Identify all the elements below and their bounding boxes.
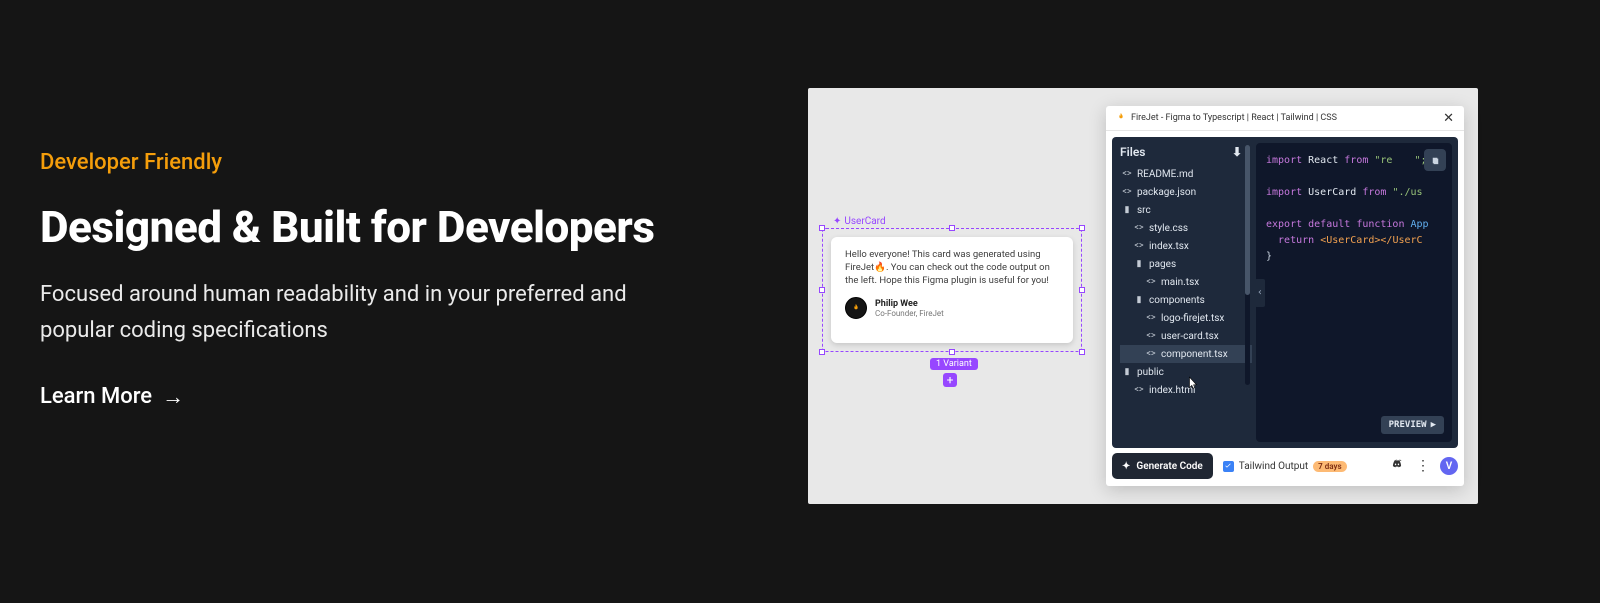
code-icon: <> — [1146, 313, 1156, 323]
copy-code-button[interactable] — [1424, 149, 1446, 171]
resize-handle[interactable] — [819, 225, 825, 231]
scrollbar-track[interactable] — [1245, 145, 1250, 385]
learn-more-label: Learn More — [40, 384, 152, 409]
author-role: Co-Founder, FireJet — [875, 309, 944, 318]
variant-badge[interactable]: 1 Variant — [930, 358, 978, 370]
learn-more-link[interactable]: Learn More → — [40, 384, 184, 410]
play-icon: ▶ — [1431, 420, 1436, 430]
plugin-panel: FireJet - Figma to Typescript | React | … — [1106, 106, 1464, 486]
close-icon[interactable]: ✕ — [1443, 112, 1454, 125]
files-column: Files ⬇ <>README.md <>package.json ▮src … — [1112, 137, 1252, 448]
tailwind-output-checkbox[interactable]: Tailwind Output 7 days — [1223, 461, 1347, 472]
frame-label-text: UserCard — [844, 216, 885, 227]
sparkle-icon: ✦ — [1122, 461, 1130, 472]
scrollbar-thumb[interactable] — [1245, 145, 1250, 295]
resize-handle[interactable] — [949, 349, 955, 355]
trial-badge: 7 days — [1313, 461, 1346, 472]
files-heading: Files — [1120, 145, 1145, 159]
eyebrow-text: Developer Friendly — [40, 150, 740, 175]
folder-row[interactable]: ▮pages — [1120, 255, 1252, 273]
code-editor[interactable]: ‹ import React from "re"; import UserCar… — [1256, 143, 1452, 442]
resize-handle[interactable] — [819, 349, 825, 355]
generate-code-button[interactable]: ✦ Generate Code — [1112, 453, 1213, 479]
code-icon: <> — [1146, 349, 1156, 359]
firejet-icon — [1116, 111, 1126, 126]
code-icon: <> — [1134, 241, 1144, 251]
file-row[interactable]: <>index.html — [1120, 381, 1252, 399]
preview-canvas: ✦ UserCard Hello everyone! This card was… — [808, 88, 1478, 504]
folder-icon: ▮ — [1134, 259, 1144, 269]
folder-row[interactable]: ▮src — [1120, 201, 1252, 219]
file-row[interactable]: <>main.tsx — [1120, 273, 1252, 291]
code-icon: <> — [1146, 331, 1156, 341]
discord-icon[interactable] — [1388, 457, 1406, 476]
file-row[interactable]: <>package.json — [1120, 183, 1252, 201]
code-icon: <> — [1146, 277, 1156, 287]
author-name: Philip Wee — [875, 299, 944, 309]
more-icon[interactable]: ⋮ — [1416, 458, 1430, 474]
file-row[interactable]: <>index.tsx — [1120, 237, 1252, 255]
resize-handle[interactable] — [819, 287, 825, 293]
page-subheadline: Focused around human readability and in … — [40, 277, 680, 347]
collapse-files-button[interactable]: ‹ — [1256, 279, 1265, 307]
folder-row[interactable]: ▮public — [1120, 363, 1252, 381]
code-icon: <> — [1122, 187, 1132, 197]
preview-button[interactable]: PREVIEW▶ — [1381, 416, 1444, 434]
download-icon[interactable]: ⬇ — [1232, 145, 1242, 159]
plugin-title-text: FireJet - Figma to Typescript | React | … — [1131, 113, 1337, 123]
code-icon: <> — [1122, 169, 1132, 179]
file-tree: <>README.md <>package.json ▮src <>style.… — [1120, 165, 1252, 399]
file-row[interactable]: <>README.md — [1120, 165, 1252, 183]
author-avatar — [845, 297, 867, 319]
resize-handle[interactable] — [1079, 349, 1085, 355]
figma-selection[interactable]: Hello everyone! This card was generated … — [822, 228, 1082, 352]
component-icon: ✦ — [833, 216, 841, 227]
folder-row[interactable]: ▮components — [1120, 291, 1252, 309]
code-icon: <> — [1134, 385, 1144, 395]
plugin-body: Files ⬇ <>README.md <>package.json ▮src … — [1112, 137, 1458, 448]
arrow-right-icon: → — [162, 384, 184, 410]
plugin-footer: ✦ Generate Code Tailwind Output 7 days ⋮… — [1112, 452, 1458, 480]
code-icon: <> — [1134, 223, 1144, 233]
plugin-title: FireJet - Figma to Typescript | React | … — [1116, 111, 1337, 126]
folder-icon: ▮ — [1122, 367, 1132, 377]
file-row[interactable]: <>user-card.tsx — [1120, 327, 1252, 345]
user-card: Hello everyone! This card was generated … — [831, 237, 1073, 343]
resize-handle[interactable] — [1079, 225, 1085, 231]
file-row[interactable]: <>style.css — [1120, 219, 1252, 237]
checkbox-checked-icon — [1223, 461, 1234, 472]
file-row[interactable]: <>logo-firejet.tsx — [1120, 309, 1252, 327]
resize-handle[interactable] — [1079, 287, 1085, 293]
folder-icon: ▮ — [1134, 295, 1144, 305]
plugin-header: FireJet - Figma to Typescript | React | … — [1106, 106, 1464, 131]
card-author: Philip Wee Co-Founder, FireJet — [845, 297, 1059, 319]
resize-handle[interactable] — [949, 225, 955, 231]
user-avatar[interactable]: V — [1440, 457, 1458, 475]
card-body-text: Hello everyone! This card was generated … — [845, 249, 1059, 287]
add-variant-button[interactable]: + — [943, 373, 957, 387]
page-headline: Designed & Built for Developers — [40, 203, 740, 251]
figma-frame-label: ✦ UserCard — [833, 216, 886, 227]
folder-icon: ▮ — [1122, 205, 1132, 215]
file-row-selected[interactable]: <>component.tsx — [1120, 345, 1252, 363]
